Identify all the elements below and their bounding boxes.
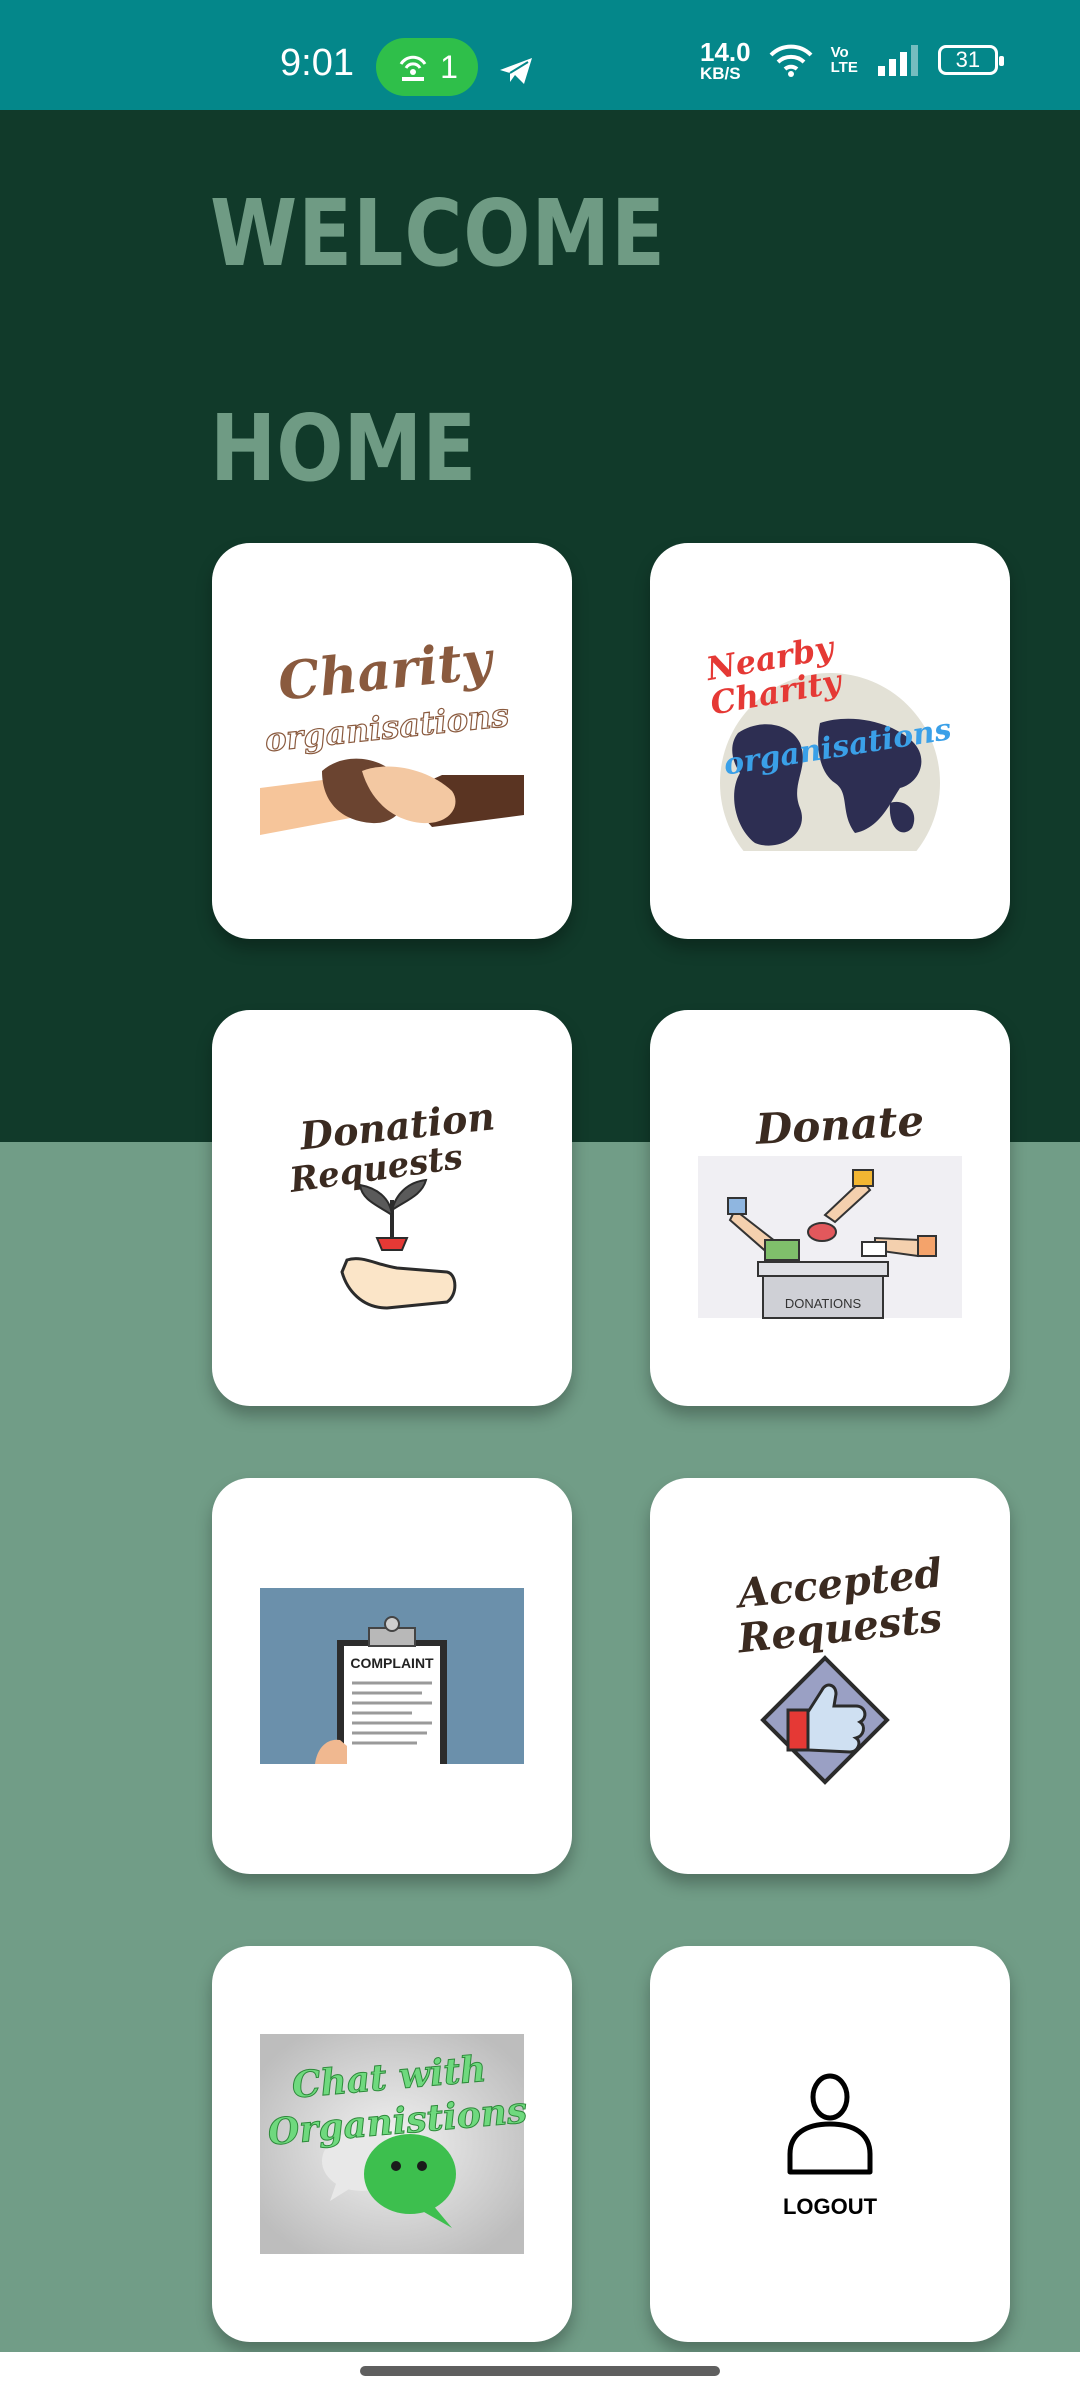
logout-label: LOGOUT bbox=[782, 2194, 878, 2219]
accepted-requests-tile[interactable]: Accepted Requests bbox=[650, 1478, 1010, 1874]
donation-requests-tile[interactable]: Donation Requests bbox=[212, 1010, 572, 1406]
donations-box-label: DONATIONS bbox=[785, 1296, 862, 1311]
thumbs-up-illustration: Accepted Requests bbox=[732, 1549, 945, 1785]
donate-title-text: Donate bbox=[754, 1096, 926, 1154]
donate-tile[interactable]: Donate DONATIONS bbox=[650, 1010, 1010, 1406]
charity-organisations-tile[interactable]: Charity organisations bbox=[212, 543, 572, 939]
sprout-in-hand-illustration: Donation Requests bbox=[286, 1093, 497, 1310]
hotspot-indicator: 1 bbox=[376, 38, 478, 96]
chat-with-organisations-tile[interactable]: Chat with Organistions bbox=[212, 1946, 572, 2342]
status-time: 9:01 bbox=[280, 42, 354, 84]
globe-illustration: Nearby Charity organisations bbox=[702, 628, 954, 851]
hotspot-count: 1 bbox=[440, 48, 458, 85]
battery-indicator: 31 bbox=[937, 45, 1004, 75]
chat-bubbles-illustration: Chat with Organistions bbox=[260, 2034, 529, 2254]
network-speed: 14.0 KB/S bbox=[700, 36, 751, 83]
telegram-icon bbox=[500, 58, 532, 84]
logout-tile[interactable]: LOGOUT bbox=[650, 1946, 1010, 2342]
donation-box-illustration: Donate DONATIONS bbox=[698, 1096, 962, 1319]
home-title: HOME bbox=[210, 395, 477, 502]
complaint-label: COMPLAINT bbox=[350, 1655, 434, 1671]
handshake-illustration: Charity organisations bbox=[260, 629, 524, 835]
status-bar: 9:01 1 14.0 KB/S Vo LTE 31 bbox=[0, 0, 1080, 110]
signal-icon bbox=[877, 45, 918, 76]
hotspot-icon bbox=[399, 55, 427, 81]
home-indicator[interactable] bbox=[360, 2366, 720, 2376]
nearby-charity-tile[interactable]: Nearby Charity organisations bbox=[650, 543, 1010, 939]
clipboard-illustration: COMPLAINT bbox=[260, 1588, 524, 1764]
welcome-title: WELCOME bbox=[210, 180, 666, 287]
volte-indicator: Vo LTE bbox=[830, 44, 858, 76]
complaint-tile[interactable]: COMPLAINT bbox=[212, 1478, 572, 1874]
gesture-navigation-bar bbox=[0, 2352, 1080, 2400]
wifi-icon bbox=[769, 44, 813, 77]
user-icon bbox=[787, 2073, 873, 2175]
